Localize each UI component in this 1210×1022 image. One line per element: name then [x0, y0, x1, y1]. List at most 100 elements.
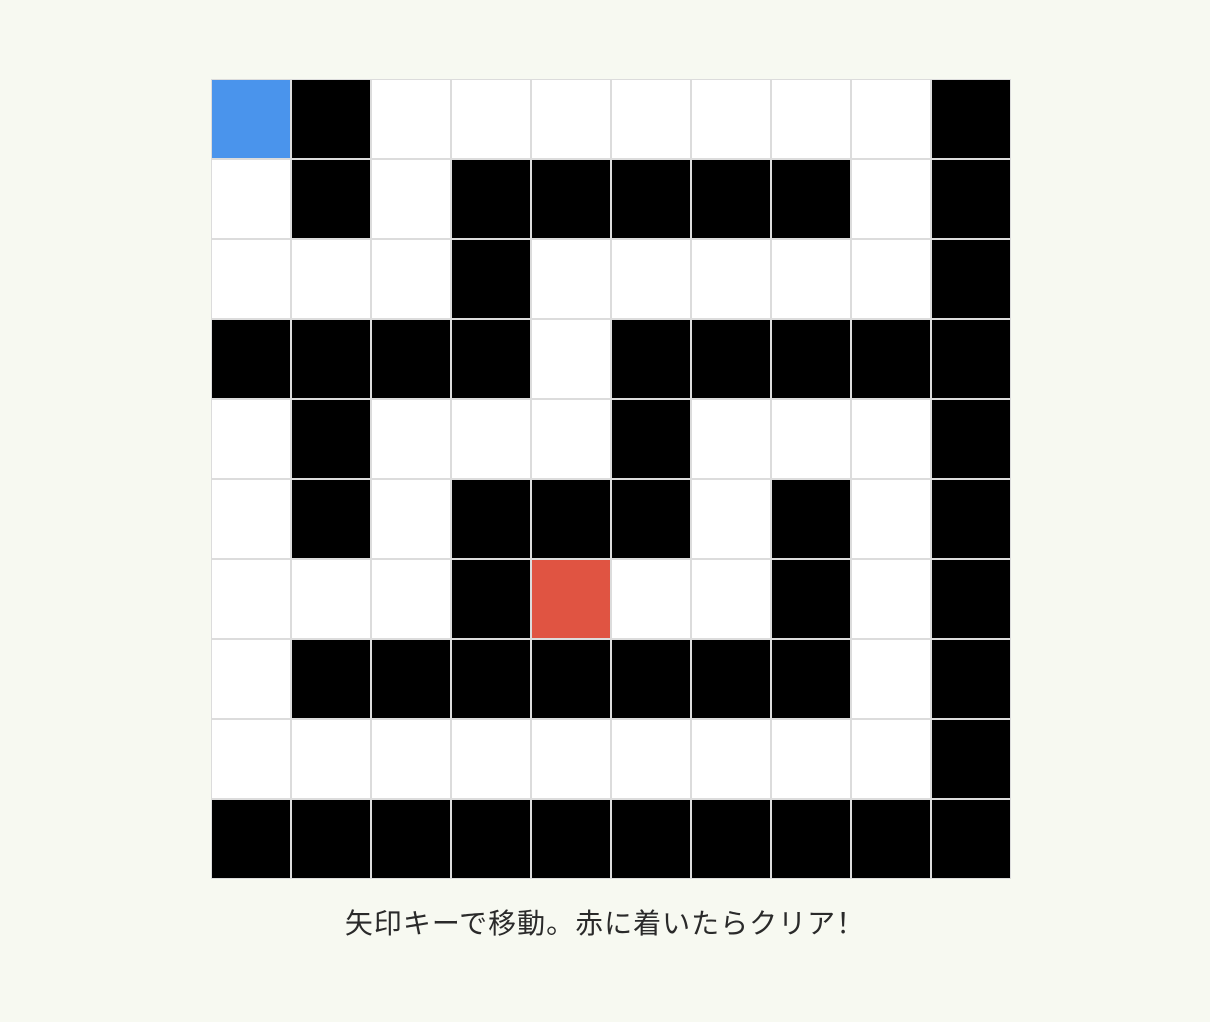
wall-cell: [931, 559, 1011, 639]
path-cell: [851, 79, 931, 159]
goal-cell: [531, 559, 611, 639]
path-cell: [611, 79, 691, 159]
wall-cell: [371, 319, 451, 399]
path-cell: [531, 79, 611, 159]
path-cell: [771, 239, 851, 319]
wall-cell: [931, 639, 1011, 719]
path-cell: [611, 239, 691, 319]
wall-cell: [451, 799, 531, 879]
path-cell: [771, 399, 851, 479]
wall-cell: [291, 639, 371, 719]
path-cell: [371, 399, 451, 479]
wall-cell: [931, 399, 1011, 479]
path-cell: [611, 719, 691, 799]
wall-cell: [371, 639, 451, 719]
path-cell: [691, 399, 771, 479]
wall-cell: [931, 159, 1011, 239]
path-cell: [211, 239, 291, 319]
wall-cell: [771, 799, 851, 879]
path-cell: [531, 319, 611, 399]
wall-cell: [931, 79, 1011, 159]
wall-cell: [691, 639, 771, 719]
wall-cell: [691, 799, 771, 879]
wall-cell: [211, 319, 291, 399]
wall-cell: [451, 319, 531, 399]
wall-cell: [931, 239, 1011, 319]
wall-cell: [611, 479, 691, 559]
path-cell: [691, 239, 771, 319]
wall-cell: [771, 159, 851, 239]
wall-cell: [931, 479, 1011, 559]
wall-cell: [211, 799, 291, 879]
wall-cell: [851, 799, 931, 879]
wall-cell: [451, 479, 531, 559]
wall-cell: [931, 719, 1011, 799]
player-cell[interactable]: [211, 79, 291, 159]
path-cell: [691, 479, 771, 559]
maze-grid[interactable]: [211, 79, 1011, 879]
path-cell: [371, 719, 451, 799]
path-cell: [211, 719, 291, 799]
path-cell: [211, 639, 291, 719]
path-cell: [531, 399, 611, 479]
path-cell: [371, 159, 451, 239]
wall-cell: [291, 319, 371, 399]
wall-cell: [931, 799, 1011, 879]
wall-cell: [451, 559, 531, 639]
path-cell: [771, 719, 851, 799]
wall-cell: [451, 159, 531, 239]
wall-cell: [531, 479, 611, 559]
path-cell: [211, 159, 291, 239]
path-cell: [531, 719, 611, 799]
wall-cell: [771, 559, 851, 639]
path-cell: [691, 559, 771, 639]
path-cell: [851, 159, 931, 239]
wall-cell: [371, 799, 451, 879]
path-cell: [851, 559, 931, 639]
wall-cell: [611, 399, 691, 479]
wall-cell: [531, 639, 611, 719]
wall-cell: [691, 159, 771, 239]
path-cell: [851, 399, 931, 479]
wall-cell: [291, 79, 371, 159]
path-cell: [611, 559, 691, 639]
wall-cell: [611, 319, 691, 399]
instruction-text: 矢印キーで移動。赤に着いたらクリア！: [344, 907, 866, 940]
wall-cell: [291, 399, 371, 479]
wall-cell: [531, 799, 611, 879]
path-cell: [851, 239, 931, 319]
path-cell: [291, 719, 371, 799]
path-cell: [291, 239, 371, 319]
wall-cell: [611, 639, 691, 719]
wall-cell: [611, 159, 691, 239]
wall-cell: [531, 159, 611, 239]
path-cell: [291, 559, 371, 639]
wall-cell: [291, 799, 371, 879]
path-cell: [691, 79, 771, 159]
wall-cell: [771, 639, 851, 719]
path-cell: [851, 479, 931, 559]
path-cell: [691, 719, 771, 799]
path-cell: [531, 239, 611, 319]
wall-cell: [771, 479, 851, 559]
path-cell: [371, 559, 451, 639]
path-cell: [851, 639, 931, 719]
path-cell: [211, 559, 291, 639]
wall-cell: [851, 319, 931, 399]
path-cell: [371, 239, 451, 319]
path-cell: [211, 479, 291, 559]
wall-cell: [611, 799, 691, 879]
wall-cell: [291, 159, 371, 239]
wall-cell: [291, 479, 371, 559]
wall-cell: [451, 639, 531, 719]
path-cell: [371, 479, 451, 559]
path-cell: [451, 399, 531, 479]
path-cell: [371, 79, 451, 159]
wall-cell: [451, 239, 531, 319]
wall-cell: [931, 319, 1011, 399]
path-cell: [451, 79, 531, 159]
wall-cell: [691, 319, 771, 399]
path-cell: [851, 719, 931, 799]
path-cell: [451, 719, 531, 799]
path-cell: [211, 399, 291, 479]
